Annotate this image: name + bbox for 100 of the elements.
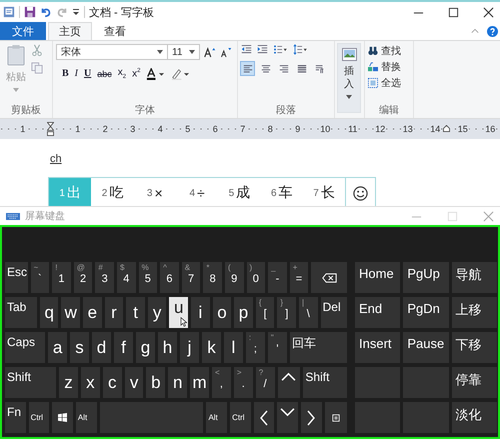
keyboard-key[interactable]: Esc — [5, 262, 28, 293]
keyboard-key[interactable]: + = — [290, 262, 308, 293]
keyboard-key[interactable]: { [ — [256, 297, 274, 328]
keyboard-key[interactable]: h — [158, 332, 177, 363]
bold-button[interactable]: B — [62, 68, 69, 79]
keyboard-key[interactable]: Caps — [5, 332, 46, 363]
keyboard-key[interactable]: u — [169, 297, 188, 328]
keyboard-key[interactable]: ! 1 — [52, 262, 71, 293]
keyboard-key[interactable]: 导航 — [452, 262, 497, 293]
indent-marker-icon[interactable] — [46, 122, 54, 136]
help-icon[interactable] — [487, 26, 498, 36]
underline-button[interactable]: U — [84, 68, 92, 79]
keyboard-key[interactable]: q — [40, 297, 58, 328]
arrow-key[interactable] — [301, 402, 322, 433]
keyboard-key[interactable]: : ; — [246, 332, 265, 363]
candidate-item[interactable]: 6车 — [260, 178, 303, 208]
menu-key[interactable] — [324, 402, 347, 433]
align-left-button[interactable] — [241, 62, 254, 75]
align-justify-button[interactable] — [295, 62, 308, 75]
backspace-key[interactable] — [311, 262, 347, 293]
keyboard-key[interactable]: Tab — [5, 297, 37, 328]
right-margin-marker-icon[interactable] — [443, 125, 450, 132]
keyboard-key[interactable]: y — [148, 297, 166, 328]
keyboard-key[interactable]: m — [190, 367, 210, 398]
keyboard-key[interactable]: Pause — [403, 332, 449, 363]
keyboard-key[interactable]: Shift — [5, 367, 56, 398]
keyboard-key[interactable]: l — [224, 332, 243, 363]
arrow-key[interactable] — [278, 367, 300, 398]
candidate-item[interactable]: 5 成 — [218, 178, 261, 208]
keyboard-key[interactable]: f — [114, 332, 133, 363]
arrow-key[interactable] — [277, 402, 298, 433]
grow-font-icon[interactable] — [204, 46, 216, 58]
increase-indent-icon[interactable] — [257, 44, 268, 55]
keyboard-key[interactable]: End — [355, 297, 400, 328]
keyboard-key[interactable]: Ctrl — [28, 402, 50, 433]
ribbon-tab[interactable]: 查看 — [94, 22, 136, 40]
keyboard-key[interactable]: 淡化 — [452, 402, 497, 433]
save-icon[interactable] — [24, 6, 36, 18]
dropdown-icon[interactable] — [72, 8, 80, 16]
insert-button[interactable]: 插入 — [337, 43, 361, 113]
select-all-button[interactable]: 全选 — [368, 76, 410, 90]
arrow-key[interactable] — [254, 402, 274, 433]
highlighter-icon[interactable] — [171, 68, 190, 80]
keyboard-key[interactable]: < , — [212, 367, 231, 398]
keyboard-key[interactable]: n — [168, 367, 188, 398]
keyboard-key[interactable]: " ' — [268, 332, 287, 363]
line-spacing-icon[interactable] — [293, 44, 308, 55]
bullet-list-icon[interactable] — [273, 44, 288, 55]
keyboard-key[interactable]: t — [126, 297, 145, 328]
keyboard-key[interactable]: x — [80, 367, 100, 398]
strikethrough-button[interactable]: abc — [97, 68, 112, 78]
replace-button[interactable]: 替换 — [368, 60, 410, 74]
candidate-item[interactable]: 7 长 — [302, 178, 346, 208]
keyboard-key[interactable]: Ctrl — [230, 402, 251, 433]
keyboard-key[interactable]: ~ ` — [30, 262, 50, 293]
font-size-dropdown[interactable]: 11 — [167, 44, 200, 60]
keyboard-key[interactable]: % 5 — [138, 262, 158, 293]
superscript-button[interactable]: x$^{2}$ — [132, 68, 140, 80]
keyboard-key[interactable]: ( 9 — [224, 262, 244, 293]
candidate-item[interactable]: 2 吃 — [91, 178, 134, 208]
keyboard-key[interactable]: PgDn — [403, 297, 449, 328]
keyboard-key[interactable]: d — [92, 332, 112, 363]
keyboard-key[interactable]: s — [70, 332, 90, 363]
keyboard-key[interactable]: $ 4 — [116, 262, 136, 293]
file-menu-tab[interactable]: 文件 — [0, 22, 46, 40]
collapse-ribbon-icon[interactable] — [471, 28, 479, 34]
keyboard-key[interactable]: 回车 — [290, 332, 348, 363]
keyboard-key[interactable]: _ - — [268, 262, 287, 293]
keyboard-key[interactable]: j — [180, 332, 199, 363]
maximize-icon[interactable] — [448, 6, 459, 18]
keyboard-key[interactable]: ? / — [256, 367, 275, 398]
keyboard-key[interactable]: k — [202, 332, 221, 363]
shrink-font-icon[interactable] — [220, 46, 232, 58]
keyboard-key[interactable]: Shift — [303, 367, 347, 398]
keyboard-key[interactable]: g — [136, 332, 155, 363]
keyboard-key[interactable]: Fn — [5, 402, 26, 433]
keyboard-key[interactable]: PgUp — [403, 262, 449, 293]
close-icon[interactable] — [483, 6, 494, 18]
keyboard-key[interactable]: z — [59, 367, 78, 398]
keyboard-key[interactable]: a — [48, 332, 68, 363]
smiley-icon[interactable] — [353, 186, 368, 200]
keyboard-key[interactable]: ) 0 — [246, 262, 266, 293]
font-color-icon[interactable] — [146, 68, 166, 80]
candidate-item[interactable]: 3× — [134, 178, 176, 208]
keyboard-key[interactable]: Alt — [76, 402, 97, 433]
keyboard-key[interactable]: c — [102, 367, 122, 398]
keyboard-key[interactable]: Home — [355, 262, 400, 293]
keyboard-key[interactable]: r — [104, 297, 124, 328]
keyboard-key[interactable]: | \ — [299, 297, 318, 328]
keyboard-key[interactable]: * 8 — [203, 262, 222, 293]
keyboard-key[interactable]: e — [83, 297, 102, 328]
keyboard-key[interactable]: o — [212, 297, 232, 328]
keyboard-key[interactable]: & 7 — [182, 262, 200, 293]
ribbon-tab[interactable]: 主页 — [48, 22, 92, 40]
font-family-dropdown[interactable]: 宋体 — [56, 44, 168, 60]
keyboard-key[interactable]: Del — [320, 297, 347, 328]
keyboard-key[interactable]: w — [61, 297, 80, 328]
italic-button[interactable]: I — [74, 68, 78, 79]
undo-icon[interactable] — [40, 6, 52, 18]
candidate-item[interactable]: 4÷ — [176, 178, 218, 208]
